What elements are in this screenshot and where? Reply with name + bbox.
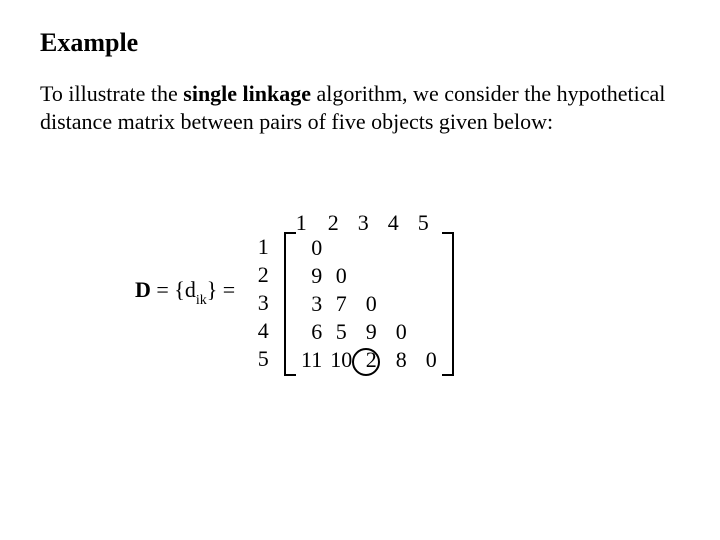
matrix-cell: 6 xyxy=(292,318,326,346)
intro-bold: single linkage xyxy=(183,81,311,106)
row-label: 2 xyxy=(251,261,269,289)
distance-matrix-figure: D = {dik} = 1 2 3 4 5 12345 0 90 370 659… xyxy=(135,210,454,374)
matrix-cell: 11 xyxy=(292,346,326,374)
matrix-cell: 5 xyxy=(326,318,356,346)
intro-pre: To illustrate the xyxy=(40,81,183,106)
formula-eq1: = {d xyxy=(151,277,196,302)
row-label: 1 xyxy=(251,233,269,261)
matrix-row: 90 xyxy=(292,262,446,290)
heading-example: Example xyxy=(40,28,680,58)
right-bracket-icon xyxy=(442,232,454,376)
formula-subscript: ik xyxy=(196,293,207,308)
matrix-cell: 9 xyxy=(292,262,326,290)
matrix-cell: 2 xyxy=(356,346,386,374)
col-label: 4 xyxy=(378,210,408,236)
matrix-body: 0 90 370 6590 1110280 xyxy=(284,234,454,374)
matrix-cell: 10 xyxy=(326,346,356,374)
intro-paragraph: To illustrate the single linkage algorit… xyxy=(40,80,680,135)
matrix-cell: 0 xyxy=(326,262,356,290)
row-label: 5 xyxy=(251,345,269,373)
formula-eq2: } = xyxy=(207,277,235,302)
matrix-row: 0 xyxy=(292,234,446,262)
col-label: 2 xyxy=(318,210,348,236)
left-bracket-icon xyxy=(284,232,296,376)
matrix-row: 6590 xyxy=(292,318,446,346)
matrix-cell: 7 xyxy=(326,290,356,318)
matrix-row: 370 xyxy=(292,290,446,318)
matrix-cell: 0 xyxy=(356,290,386,318)
matrix-cell: 0 xyxy=(292,234,326,262)
matrix-cell: 8 xyxy=(386,346,416,374)
col-labels: 12345 xyxy=(284,210,454,234)
matrix-row: 1110280 xyxy=(292,346,446,374)
row-label: 3 xyxy=(251,289,269,317)
row-label: 4 xyxy=(251,317,269,345)
symbol-D: D xyxy=(135,277,151,302)
matrix-cell: 9 xyxy=(356,318,386,346)
matrix-cell: 3 xyxy=(292,290,326,318)
formula-lhs: D = {dik} = xyxy=(135,277,235,307)
row-labels: 1 2 3 4 5 xyxy=(251,233,269,373)
matrix-cell: 0 xyxy=(386,318,416,346)
col-label: 5 xyxy=(408,210,438,236)
col-label: 3 xyxy=(348,210,378,236)
